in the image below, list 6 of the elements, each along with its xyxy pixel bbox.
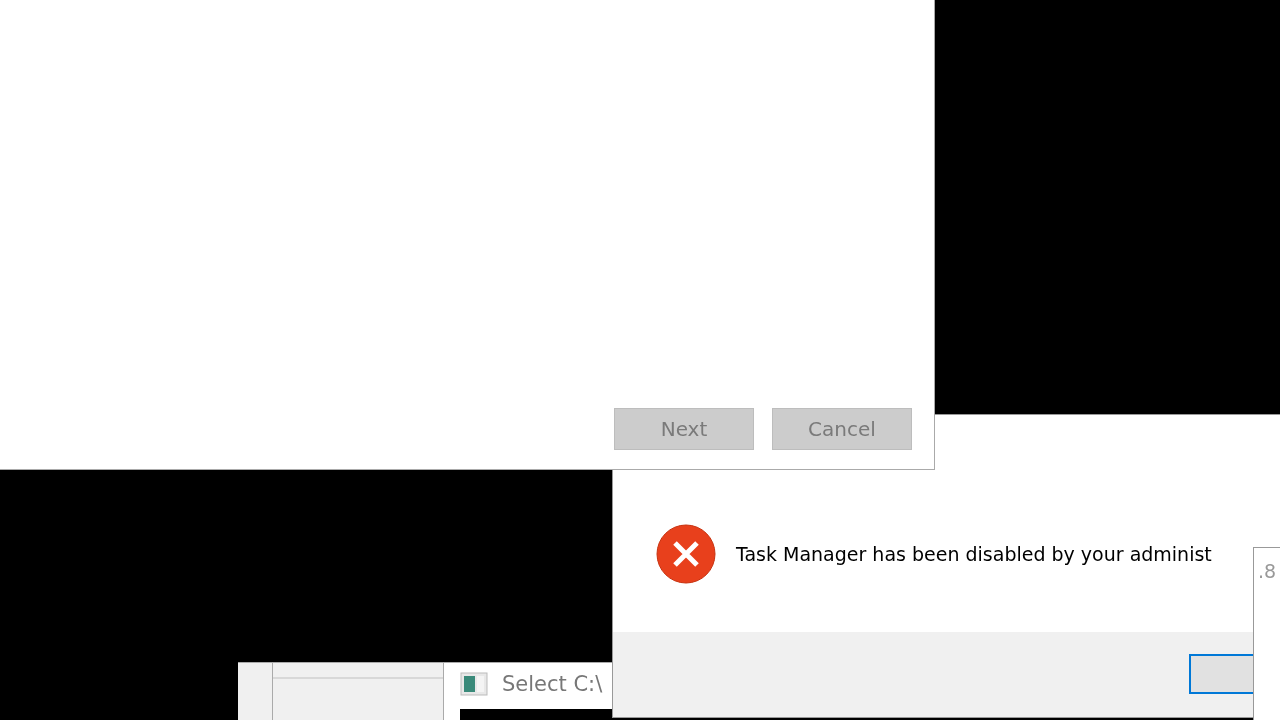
window-title: Select C:\ — [502, 672, 603, 696]
error-message: Task Manager has been disabled by your administ — [736, 542, 1212, 565]
error-icon — [656, 523, 716, 584]
app-icon — [460, 672, 488, 696]
ok-button[interactable] — [1189, 654, 1253, 694]
window-text: .8 — [1258, 560, 1277, 582]
